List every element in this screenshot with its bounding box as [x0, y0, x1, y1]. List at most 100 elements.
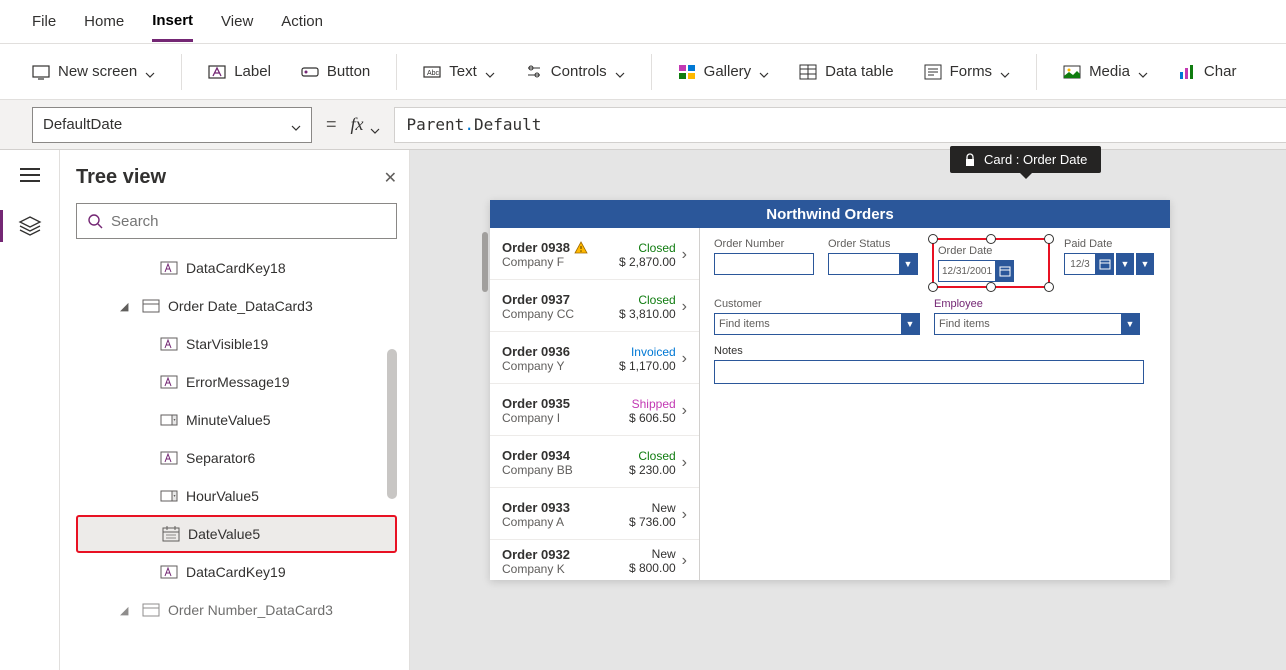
canvas[interactable]: Card : Order Date Northwind Orders Order… [410, 150, 1286, 670]
close-icon[interactable]: ✕ [384, 168, 397, 188]
forms-button[interactable]: Forms [920, 57, 1015, 87]
collapse-icon[interactable]: ◢ [120, 300, 134, 313]
order-status: Closed [638, 293, 675, 307]
collapse-icon[interactable]: ◢ [120, 604, 134, 617]
order-amount: $ 3,810.00 [619, 307, 676, 321]
media-button[interactable]: Media [1059, 57, 1152, 87]
edit-form[interactable]: Order Number Order Status ▼ [700, 228, 1170, 580]
scrollbar[interactable] [387, 349, 397, 499]
tree-item-hourvalue5[interactable]: HourValue5 [76, 477, 397, 515]
data-table-button[interactable]: Data table [795, 57, 897, 87]
list-item[interactable]: Order 0932Company K New$ 800.00› [490, 540, 699, 580]
label-icon [160, 374, 178, 390]
scrollbar[interactable] [482, 232, 488, 292]
property-dropdown[interactable]: DefaultDate [32, 107, 312, 143]
controls-button[interactable]: Controls [521, 57, 629, 87]
tree-search-input[interactable] [111, 213, 386, 230]
gallery-label: Gallery [704, 63, 752, 80]
chevron-right-icon[interactable]: › [682, 246, 687, 264]
hour-dropdown[interactable]: ▼ [1116, 253, 1134, 275]
chevron-right-icon[interactable]: › [682, 402, 687, 420]
app-preview[interactable]: Northwind Orders Order 0938 Company F [490, 200, 1170, 580]
order-status: Shipped [632, 397, 676, 411]
list-item[interactable]: Order 0933Company A New$ 736.00› [490, 488, 699, 540]
list-item[interactable]: Order 0938 Company F Closed$ 2,870.00 › [490, 228, 699, 280]
formula-input[interactable]: Parent.Default [394, 107, 1286, 143]
new-screen-button[interactable]: New screen [28, 57, 159, 87]
order-amount: $ 1,170.00 [619, 359, 676, 373]
orders-gallery[interactable]: Order 0938 Company F Closed$ 2,870.00 › … [490, 228, 700, 580]
order-number: Order 0933 [502, 500, 570, 515]
label-button[interactable]: Label [204, 57, 275, 87]
tree-view-tab-icon[interactable] [18, 214, 42, 238]
tree-item-order-number-datacard[interactable]: ◢ Order Number_DataCard3 [76, 591, 397, 629]
list-item[interactable]: Order 0937Company CC Closed$ 3,810.00› [490, 280, 699, 332]
tree-item-errormessage19[interactable]: ErrorMessage19 [76, 363, 397, 401]
media-icon [1063, 63, 1081, 81]
tree-item-datevalue5[interactable]: DateValue5 [76, 515, 397, 553]
tree-item-separator6[interactable]: Separator6 [76, 439, 397, 477]
chevron-right-icon[interactable]: › [682, 454, 687, 472]
customer-dropdown[interactable]: Find items▼ [714, 313, 920, 335]
notes-input[interactable] [714, 360, 1144, 384]
tree-item-datacardkey19[interactable]: DataCardKey19 [76, 553, 397, 591]
order-number-input[interactable] [714, 253, 814, 275]
button-button[interactable]: Button [297, 57, 374, 87]
calendar-icon[interactable] [1096, 253, 1114, 275]
customer-placeholder: Find items [715, 314, 901, 334]
chevron-down-icon [291, 120, 301, 130]
menu-home[interactable]: Home [84, 3, 124, 40]
chart-button[interactable]: Char [1174, 57, 1241, 87]
tree-item-label: HourValue5 [186, 488, 259, 504]
tree-item-starvisible19[interactable]: StarVisible19 [76, 325, 397, 363]
customer-label: Customer [714, 298, 920, 310]
left-rail [0, 150, 60, 670]
tree-item-label: ErrorMessage19 [186, 374, 290, 390]
paid-date-value[interactable]: 12/3 [1064, 253, 1096, 275]
paid-date-picker[interactable]: 12/3 ▼ ▼ [1064, 253, 1154, 275]
chevron-right-icon[interactable]: › [682, 298, 687, 316]
forms-label: Forms [950, 63, 993, 80]
chevron-down-icon [615, 67, 625, 77]
chart-icon [1178, 63, 1196, 81]
order-status: Closed [638, 241, 675, 255]
gallery-button[interactable]: Gallery [674, 57, 774, 87]
list-item[interactable]: Order 0934Company BB Closed$ 230.00› [490, 436, 699, 488]
employee-dropdown[interactable]: Find items▼ [934, 313, 1140, 335]
chevron-right-icon[interactable]: › [682, 552, 687, 570]
menu-bar: File Home Insert View Action [0, 0, 1286, 44]
menu-insert[interactable]: Insert [152, 2, 193, 42]
datepicker-icon [162, 526, 180, 542]
card-icon [142, 602, 160, 618]
order-number-label: Order Number [714, 238, 814, 250]
ribbon: New screen Label Button Abc Text Control… [0, 44, 1286, 100]
chart-label: Char [1204, 63, 1237, 80]
list-item[interactable]: Order 0935Company I Shipped$ 606.50› [490, 384, 699, 436]
separator [651, 54, 652, 90]
calendar-icon[interactable] [996, 260, 1014, 282]
minute-dropdown[interactable]: ▼ [1136, 253, 1154, 275]
tree-item-minutevalue5[interactable]: MinuteValue5 [76, 401, 397, 439]
order-date-card[interactable]: Order Date 12/31/2001 [932, 238, 1050, 288]
order-date-value[interactable]: 12/31/2001 [938, 260, 996, 282]
fx-button[interactable]: fx [351, 114, 380, 135]
menu-action[interactable]: Action [281, 3, 323, 40]
tree-item-datacardkey18[interactable]: DataCardKey18 [76, 249, 397, 287]
tree-item-label: Order Number_DataCard3 [168, 602, 333, 618]
tree-item-order-date-datacard[interactable]: ◢ Order Date_DataCard3 [76, 287, 397, 325]
order-status-dropdown[interactable]: ▼ [828, 253, 918, 275]
order-number: Order 0932 [502, 547, 570, 562]
list-item[interactable]: Order 0936Company Y Invoiced$ 1,170.00› [490, 332, 699, 384]
hamburger-icon[interactable] [20, 168, 40, 182]
order-date-picker[interactable]: 12/31/2001 [938, 260, 1044, 282]
tree-search-box[interactable] [76, 203, 397, 239]
warning-icon [574, 241, 588, 255]
tree-item-label: DataCardKey19 [186, 564, 286, 580]
text-button[interactable]: Abc Text [419, 57, 499, 87]
chevron-right-icon[interactable]: › [682, 506, 687, 524]
label-icon [160, 450, 178, 466]
menu-view[interactable]: View [221, 3, 253, 40]
order-status: New [652, 501, 676, 515]
chevron-right-icon[interactable]: › [682, 350, 687, 368]
menu-file[interactable]: File [32, 3, 56, 40]
